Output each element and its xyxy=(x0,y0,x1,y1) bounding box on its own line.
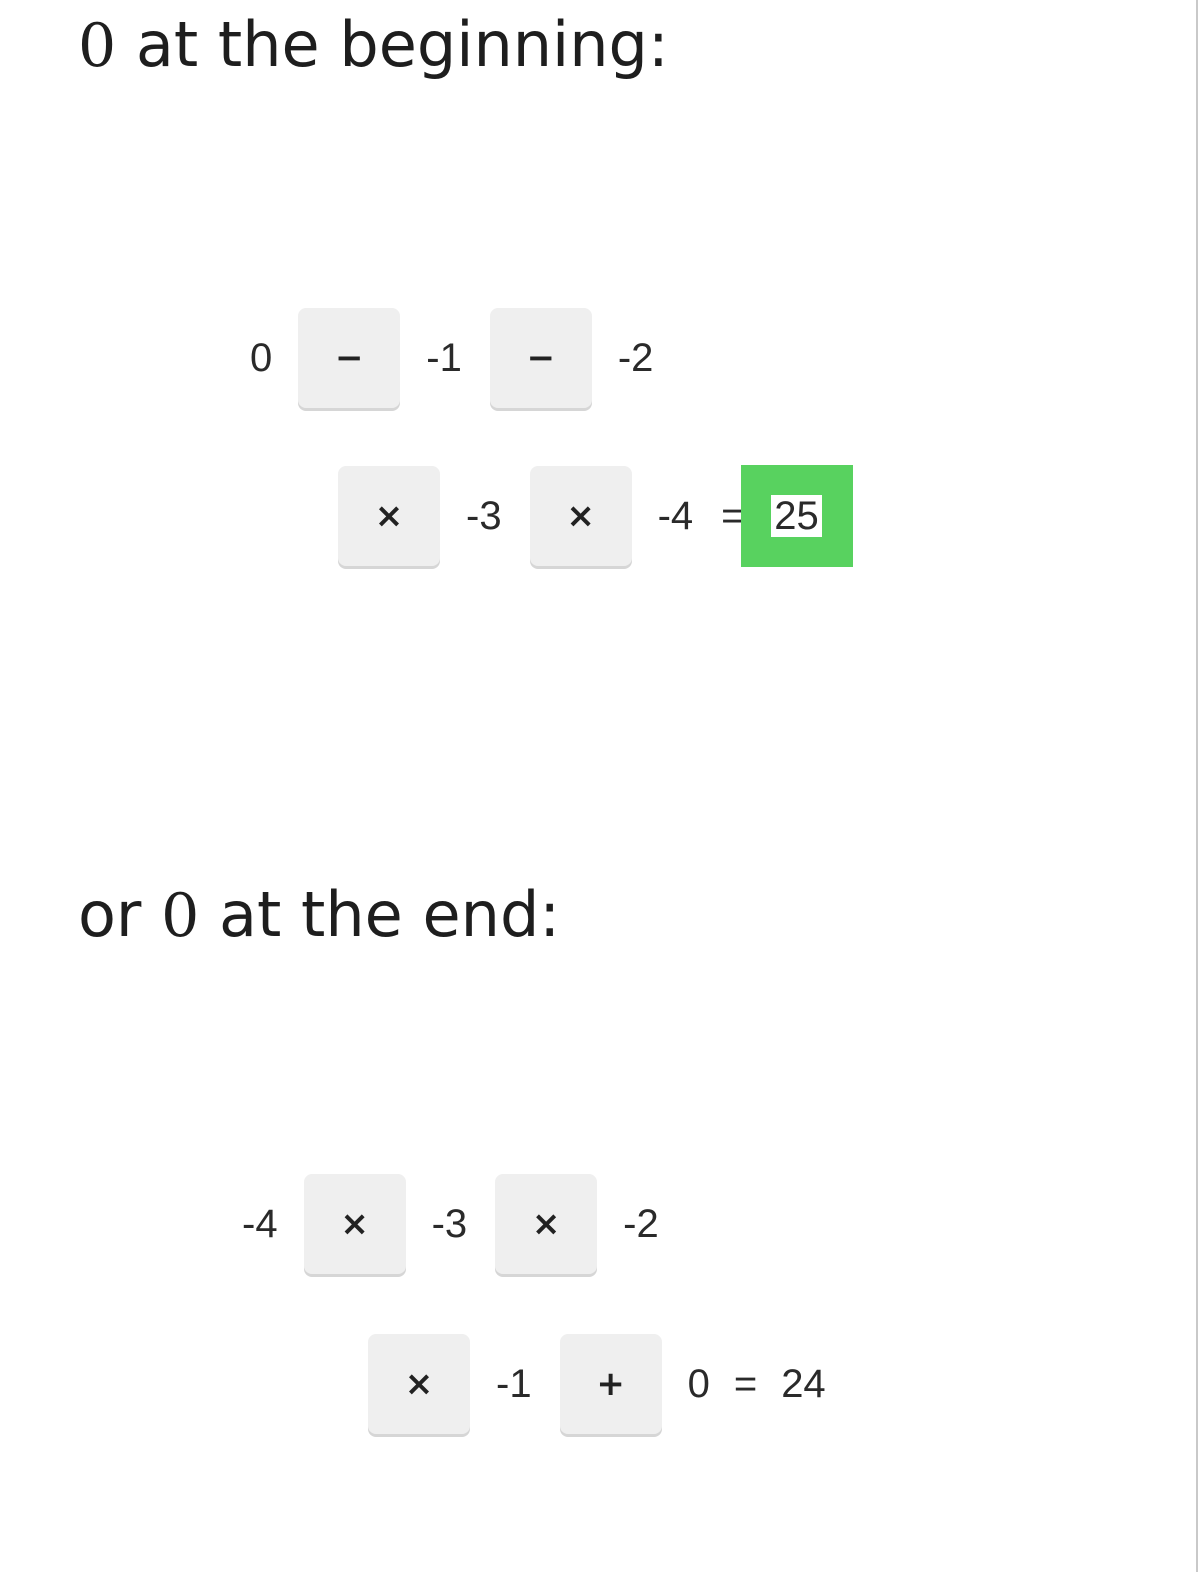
expression-row-beginning-2: × -3 × -4 = 25 xyxy=(338,464,853,568)
heading-zero-at-end: or 0 at the end: xyxy=(78,884,560,947)
number-token: -4 xyxy=(242,1201,278,1246)
equals-sign: = xyxy=(733,1361,758,1406)
heading-zero-symbol: 0 xyxy=(78,11,117,81)
heading-text: at the beginning: xyxy=(116,8,669,81)
result-highlight-box: 25 xyxy=(740,465,853,567)
operator-button-minus[interactable]: − xyxy=(298,308,401,408)
expression-row-beginning-1: 0 − -1 − -2 xyxy=(250,306,653,410)
number-token: -4 xyxy=(657,493,694,538)
number-token: -1 xyxy=(426,335,462,380)
heading-zero-symbol: 0 xyxy=(161,881,200,951)
operator-button-times[interactable]: × xyxy=(368,1334,470,1434)
operator-button-minus[interactable]: − xyxy=(489,308,592,408)
operator-button-plus[interactable]: + xyxy=(559,1334,662,1434)
operator-button-times[interactable]: × xyxy=(495,1174,598,1274)
right-edge-divider xyxy=(1196,0,1198,1572)
operator-button-times[interactable]: × xyxy=(303,1174,406,1274)
number-token: -1 xyxy=(496,1361,532,1406)
number-token: 0 xyxy=(250,335,273,380)
operator-button-times[interactable]: × xyxy=(338,466,440,566)
number-token: -3 xyxy=(466,493,502,538)
result-value: 24 xyxy=(781,1361,826,1406)
number-token: -3 xyxy=(431,1201,468,1246)
expression-row-end-1: -4 × -3 × -2 xyxy=(242,1172,659,1276)
heading-text: at the end: xyxy=(199,878,561,951)
number-token: 0 xyxy=(687,1361,710,1406)
result-value: 25 xyxy=(771,495,822,537)
number-token: -2 xyxy=(623,1201,659,1246)
expression-row-end-2: × -1 + 0 = 24 xyxy=(368,1332,826,1436)
operator-button-times[interactable]: × xyxy=(529,466,632,566)
heading-prefix: or xyxy=(78,878,162,951)
heading-zero-at-beginning: 0 at the beginning: xyxy=(78,14,669,77)
number-token: -2 xyxy=(617,335,654,380)
